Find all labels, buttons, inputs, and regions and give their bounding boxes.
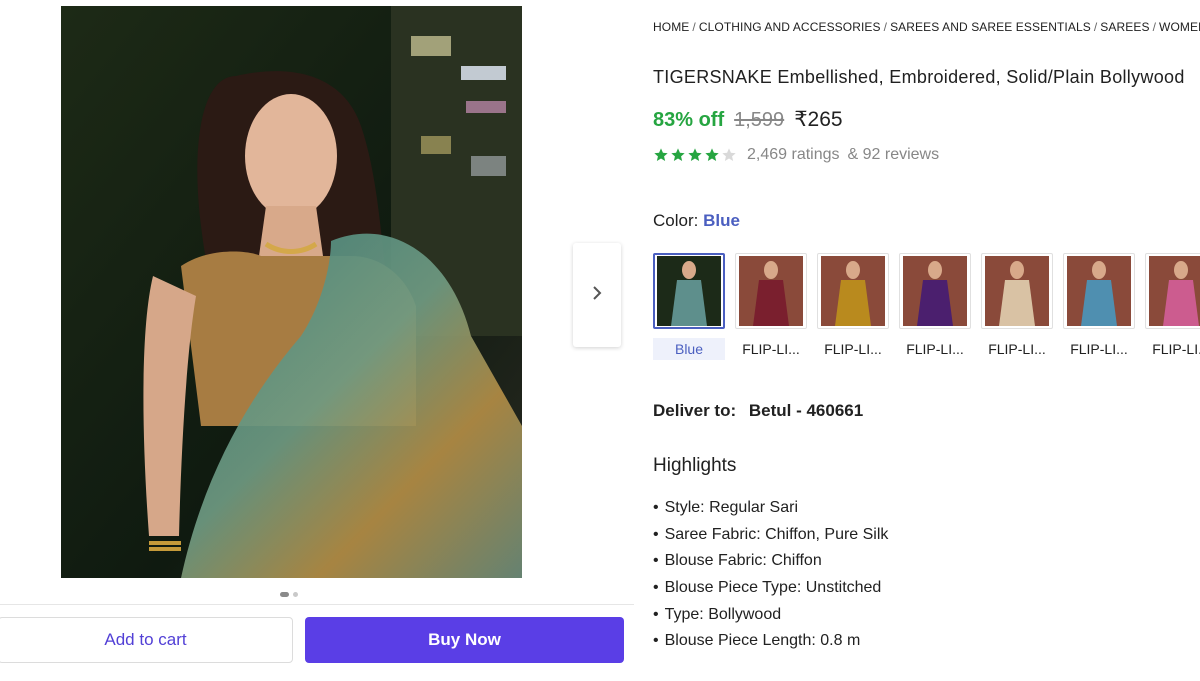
color-option-label: FLIP-LI... [906,341,964,357]
color-option[interactable]: FLIP-LI... [981,253,1053,360]
highlight-text: Blouse Piece Length: 0.8 m [664,632,861,650]
star-empty-icon [722,148,736,161]
highlight-item: • Blouse Piece Length: 0.8 m [653,630,888,657]
color-thumbnail [981,253,1053,329]
color-option[interactable]: FLIP-LI... [735,253,807,360]
color-label: Color: Blue [653,211,740,231]
star-filled-icon [671,148,685,161]
color-thumbnail [653,253,725,329]
buy-now-button[interactable]: Buy Now [305,617,624,663]
bullet-icon: • [653,579,659,597]
color-option[interactable]: FLIP-LI... [1145,253,1200,360]
color-label-text: Color: [653,211,699,230]
rating-row[interactable]: 2,469 ratings & 92 reviews [653,146,939,164]
product-gallery: Add to cart Buy Now [0,0,634,681]
product-main-image[interactable] [61,6,522,578]
ratings-count: 2,469 ratings [747,146,840,163]
product-details: Home / Clothing and Accessories / Sarees and… [653,0,1200,681]
highlight-text: Saree Fabric: Chiffon, Pure Silk [664,525,889,543]
next-image-button[interactable] [573,243,621,347]
color-option-label: FLIP-LI... [1070,341,1128,357]
bullet-icon: • [653,499,659,516]
bullet-icon: • [653,525,659,543]
highlight-text: Style: Regular Sari [664,499,798,516]
bullet-icon: • [653,632,659,650]
color-option-label: FLIP-LI... [742,341,800,357]
highlight-item: • Blouse Piece Type: Unstitched [653,577,888,604]
highlight-text: Type: Bollywood [664,605,782,623]
star-rating [653,147,737,163]
carousel-dots [280,592,298,597]
color-option-label: FLIP-LI... [1152,341,1200,357]
color-thumbnail [1145,253,1200,329]
star-filled-icon [688,148,702,161]
star-filled-icon [705,148,719,161]
highlight-item: • Saree Fabric: Chiffon, Pure Silk [653,524,888,551]
breadcrumb-sarees-essentials[interactable]: Sarees and Saree Essentials [890,20,1091,34]
color-thumbnail [735,253,807,329]
chevron-right-icon [591,285,603,306]
color-swatches: Blue FLIP-LI... FLIP-LI... FLIP-LI... FLIP-L… [653,253,1200,360]
carousel-dot[interactable] [293,592,298,597]
breadcrumb-clothing[interactable]: Clothing and Accessories [699,20,881,34]
highlight-text: Blouse Piece Type: Unstitched [664,579,882,597]
color-option-label: Blue [653,338,725,360]
breadcrumb-home[interactable]: Home [653,20,689,34]
delivery-location[interactable]: Deliver to: Betul - 460661 [653,401,863,421]
price-row: 83% off 1,599 ₹265 [653,107,843,132]
color-option[interactable]: FLIP-LI... [817,253,889,360]
product-title: TIGERSNAKE Embellished, Embroidered, Sol… [653,67,1185,87]
discount-badge: 83% off [653,109,725,131]
original-price: 1,599 [734,109,785,131]
color-thumbnail [899,253,971,329]
color-thumbnail [1063,253,1135,329]
color-option[interactable]: FLIP-LI... [899,253,971,360]
highlight-item: • Blouse Fabric: Chiffon [653,550,888,577]
color-option[interactable]: Blue [653,253,725,360]
selling-price: ₹265 [794,108,843,131]
divider [0,604,634,605]
deliver-to-label: Deliver to: [653,401,737,420]
delivery-pincode: Betul - 460661 [748,401,864,420]
carousel-dot-active[interactable] [280,592,289,597]
highlights-title: Highlights [653,455,737,476]
color-option[interactable]: FLIP-LI... [1063,253,1135,360]
add-to-cart-button[interactable]: Add to cart [0,617,293,663]
color-option-label: FLIP-LI... [824,341,882,357]
bullet-icon: • [653,552,659,570]
reviews-count: & 92 reviews [847,146,940,163]
breadcrumb-womens[interactable]: Women's [1159,20,1200,34]
highlight-text: Blouse Fabric: Chiffon [664,552,822,570]
breadcrumb: Home / Clothing and Accessories / Sarees and… [653,20,1200,34]
highlight-item: • Style: Regular Sari [653,497,888,524]
color-option-label: FLIP-LI... [988,341,1046,357]
buy-now-label: Buy Now [428,630,501,649]
color-thumbnail [817,253,889,329]
bullet-icon: • [653,605,659,623]
add-to-cart-label: Add to cart [104,630,187,649]
highlights-list: • Style: Regular Sari • Saree Fabric: Chiff… [653,497,888,657]
highlight-item: • Type: Bollywood [653,604,888,631]
selected-color: Blue [703,211,740,230]
breadcrumb-sarees[interactable]: Sarees [1100,20,1149,34]
star-filled-icon [654,148,668,161]
